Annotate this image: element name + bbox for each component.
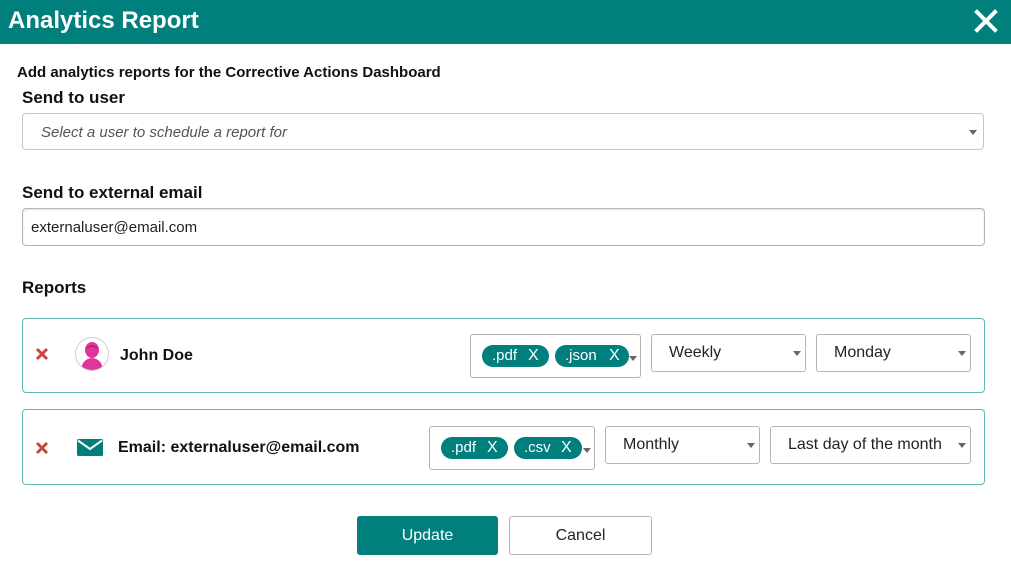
chevron-down-icon — [629, 356, 637, 361]
frequency-select[interactable]: Weekly — [651, 334, 806, 372]
frequency-select[interactable]: Monthly — [605, 426, 760, 464]
report-recipient-name: John Doe — [120, 347, 193, 364]
update-button[interactable]: Update — [357, 516, 498, 555]
user-select[interactable]: Select a user to schedule a report for — [22, 113, 984, 150]
avatar — [75, 337, 109, 371]
remove-chip-icon[interactable]: X — [609, 345, 620, 367]
chevron-down-icon — [958, 443, 966, 448]
day-select[interactable]: Last day of the month — [770, 426, 971, 464]
day-value: Last day of the month — [788, 436, 942, 453]
remove-chip-icon[interactable]: X — [561, 437, 572, 459]
format-chip-label: .pdf — [451, 439, 477, 456]
format-chip: .pdf X — [441, 437, 508, 459]
frequency-value: Weekly — [669, 344, 722, 361]
chevron-down-icon — [969, 130, 977, 135]
format-multiselect[interactable]: .pdf X .json X — [470, 334, 641, 378]
cancel-button[interactable]: Cancel — [509, 516, 652, 555]
send-to-email-label: Send to external email — [22, 183, 203, 202]
chevron-down-icon — [958, 351, 966, 356]
dialog-header: Analytics Report — [0, 0, 1011, 44]
format-multiselect[interactable]: .pdf X .csv X — [429, 426, 595, 470]
format-chip: .csv X — [514, 437, 582, 459]
report-recipient-name: Email: externaluser@email.com — [118, 439, 360, 456]
delete-report-icon[interactable] — [35, 347, 49, 361]
remove-chip-icon[interactable]: X — [487, 437, 498, 459]
chevron-down-icon — [747, 443, 755, 448]
external-email-field[interactable]: externaluser@email.com — [22, 208, 985, 246]
reports-label: Reports — [22, 278, 87, 297]
frequency-value: Monthly — [623, 436, 680, 453]
dialog-title: Analytics Report — [8, 7, 199, 34]
remove-chip-icon[interactable]: X — [528, 345, 539, 367]
report-card-user: John Doe .pdf X .json X Weekly Monday — [22, 318, 985, 393]
chevron-down-icon — [793, 351, 801, 356]
close-icon[interactable] — [971, 6, 1001, 36]
envelope-icon — [77, 439, 103, 456]
report-card-email: Email: externaluser@email.com .pdf X .cs… — [22, 409, 985, 485]
send-to-user-label: Send to user — [22, 88, 125, 107]
format-chip: .pdf X — [482, 345, 549, 367]
delete-report-icon[interactable] — [35, 441, 49, 455]
format-chip-label: .pdf — [492, 347, 518, 364]
external-email-value: externaluser@email.com — [31, 219, 198, 236]
format-chip-label: .csv — [524, 439, 551, 456]
dialog-subtitle: Add analytics reports for the Corrective… — [17, 64, 441, 81]
day-value: Monday — [834, 344, 891, 361]
format-chip-label: .json — [565, 347, 597, 364]
day-select[interactable]: Monday — [816, 334, 971, 372]
format-chip: .json X — [555, 345, 629, 367]
chevron-down-icon — [583, 448, 591, 453]
user-select-placeholder: Select a user to schedule a report for — [41, 124, 287, 141]
